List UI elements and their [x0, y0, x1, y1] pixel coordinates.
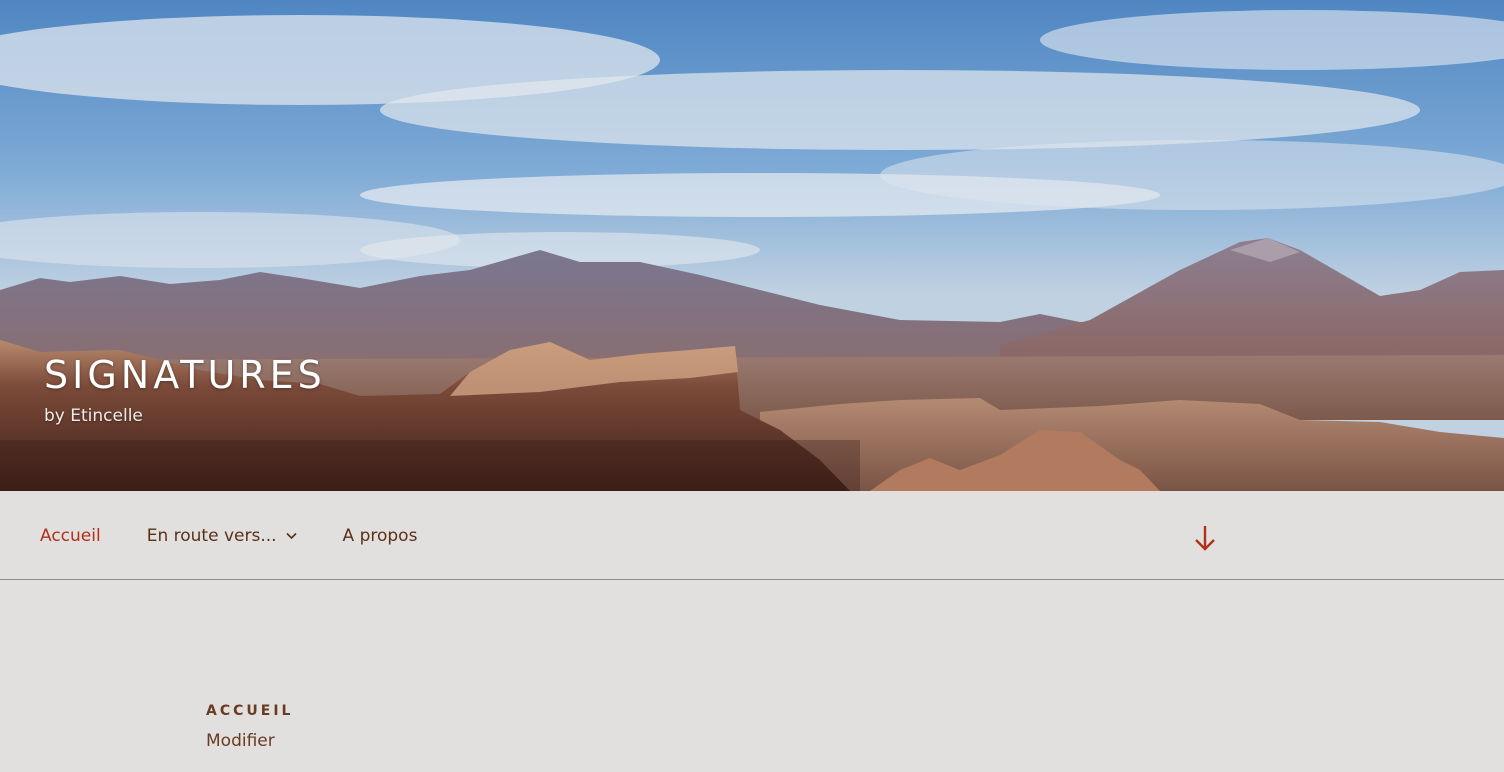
nav-item-label: A propos	[342, 525, 418, 546]
edit-link[interactable]: Modifier	[206, 731, 275, 751]
nav-item-label: Accueil	[40, 525, 101, 546]
header-banner: SIGNATURES by Etincelle	[0, 0, 1504, 491]
main-navigation: Accueil En route vers... A propos	[0, 491, 1504, 580]
arrow-down-icon[interactable]	[1193, 524, 1217, 552]
landscape-image	[0, 0, 1504, 491]
page-label: ACCUEIL	[206, 703, 294, 719]
nav-item-accueil[interactable]: Accueil	[40, 526, 101, 546]
nav-menu: Accueil En route vers... A propos	[40, 491, 463, 580]
site-tagline: by Etincelle	[44, 406, 143, 426]
chevron-down-icon	[285, 532, 297, 539]
nav-item-en-route-vers[interactable]: En route vers...	[147, 526, 297, 546]
site-title[interactable]: SIGNATURES	[44, 350, 326, 400]
nav-item-a-propos[interactable]: A propos	[343, 526, 418, 546]
nav-item-label: En route vers...	[146, 525, 277, 546]
page: SIGNATURES by Etincelle Accueil En route…	[0, 0, 1504, 772]
